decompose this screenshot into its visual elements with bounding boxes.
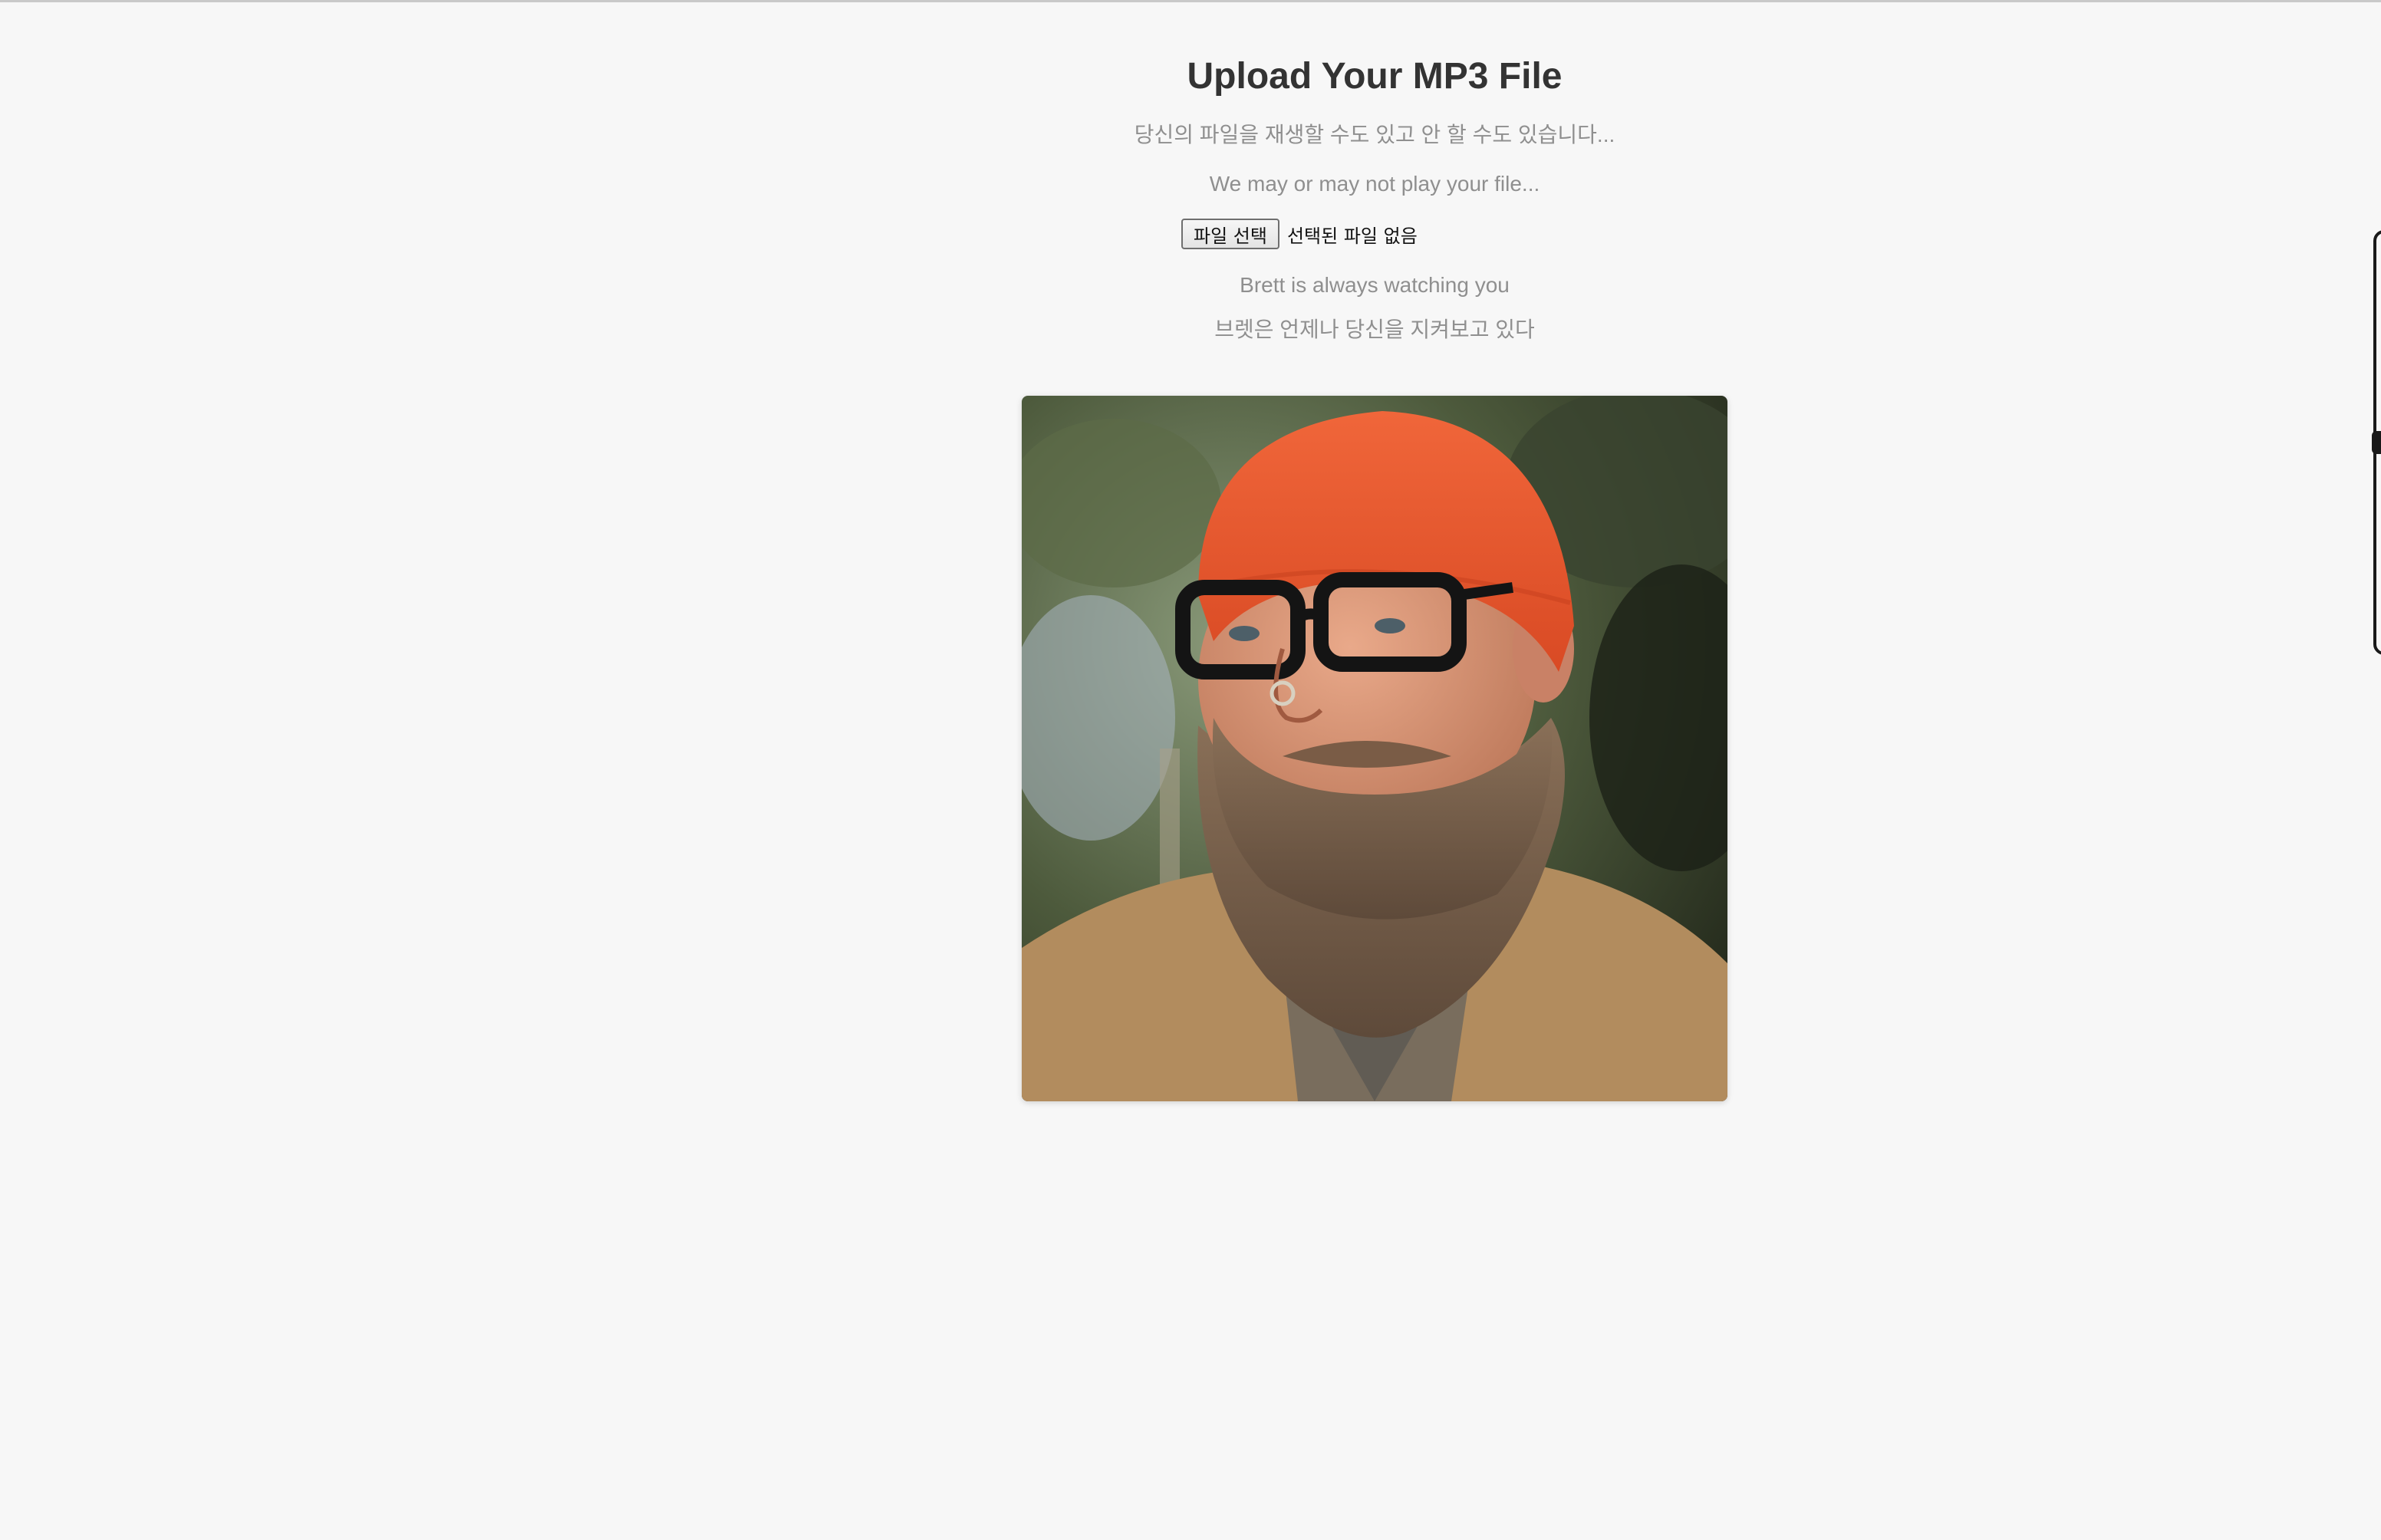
top-border	[0, 0, 2381, 2]
file-status-text: 선택된 파일 없음	[1286, 225, 1418, 247]
choose-file-button[interactable]: 파일 선택	[1181, 219, 1279, 249]
file-input[interactable]: 파일 선택 선택된 파일 없음	[1181, 218, 1418, 250]
side-panel-notch	[2372, 431, 2381, 454]
subtitle-korean: 당신의 파일을 재생할 수도 있고 안 할 수도 있습니다...	[1134, 123, 1615, 146]
subtitle-english: We may or may not play your file...	[1209, 172, 1540, 196]
watching-caption-korean: 브렛은 언제나 당신을 지켜보고 있다	[1214, 318, 1535, 341]
brett-photo	[1022, 396, 1727, 1101]
page-title: Upload Your MP3 File	[1187, 56, 1563, 97]
watching-caption-english: Brett is always watching you	[1240, 273, 1510, 297]
